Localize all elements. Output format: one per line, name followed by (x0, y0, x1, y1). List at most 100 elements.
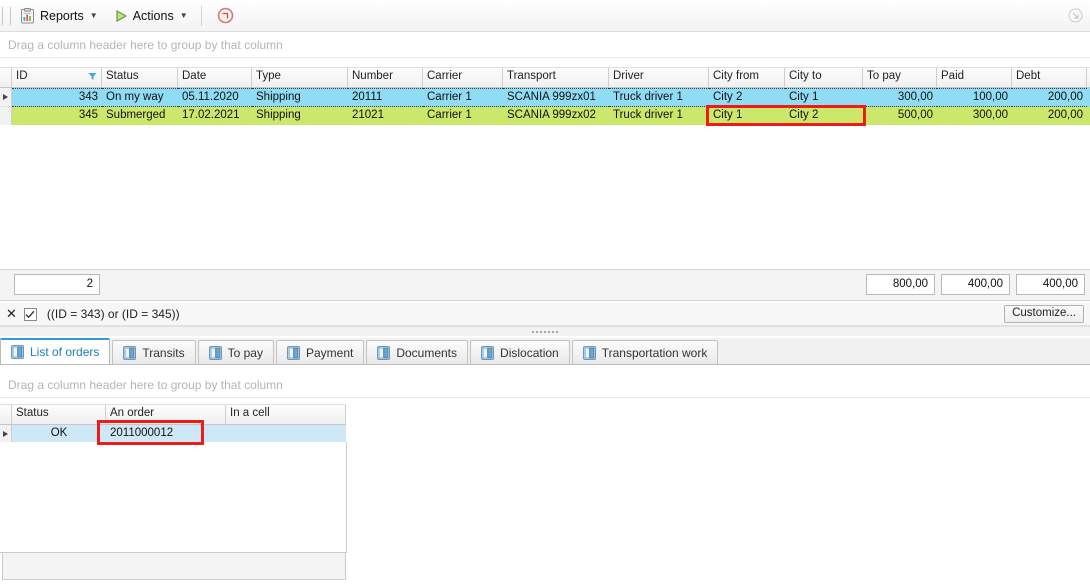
close-x-icon[interactable]: ✕ (6, 307, 17, 320)
column-header-type[interactable]: Type (252, 68, 348, 87)
cell-transport[interactable]: SCANIA 999zx01 (503, 88, 609, 107)
cell-debt[interactable]: 200,00 (1012, 88, 1087, 107)
cell-status[interactable]: Submerged (102, 107, 178, 126)
cell-to-pay[interactable]: 500,00 (863, 107, 937, 126)
orders-grid: ID Status Date Type Number Carrier Transport Dr… (0, 67, 1090, 126)
book-icon (208, 345, 222, 360)
cell-id[interactable]: 343 (12, 88, 102, 107)
cell-date[interactable]: 17.02.2021 (178, 107, 252, 126)
cell-id[interactable]: 345 (12, 107, 102, 126)
application-window: Reports ▼ Actions ▼ Drag a column header… (0, 0, 1090, 585)
toolbar-drag-grip[interactable] (2, 6, 11, 25)
cell-number[interactable]: 20111 (348, 88, 423, 107)
column-header-transport[interactable]: Transport (503, 68, 609, 87)
collapse-circle-icon[interactable] (1068, 8, 1083, 23)
tab-documents[interactable]: Documents (366, 340, 469, 364)
column-header-label: Status (106, 70, 139, 82)
column-header-date[interactable]: Date (178, 68, 252, 87)
column-header-paid[interactable]: Paid (937, 68, 1012, 87)
column-header-label: Paid (941, 70, 965, 82)
horizontal-splitter[interactable] (0, 326, 1090, 336)
tab-to-pay[interactable]: To pay (197, 340, 274, 364)
column-header-status[interactable]: Status (102, 68, 178, 87)
cell-to-pay[interactable]: 300,00 (863, 88, 937, 107)
cell-city-from[interactable]: City 2 (709, 88, 785, 107)
cell-transport[interactable]: SCANIA 999zx02 (503, 107, 609, 126)
detail-column-header-label: Status (16, 407, 49, 419)
orders-grid-header-row: ID Status Date Type Number Carrier Transport Dr… (0, 67, 1090, 88)
checkmark-icon (25, 310, 35, 318)
reports-chevron-down-icon[interactable]: ▼ (90, 11, 98, 20)
row-indicator[interactable] (0, 107, 12, 126)
actions-button[interactable]: Actions ▼ (107, 3, 195, 28)
filter-funnel-icon[interactable] (88, 72, 97, 84)
cell-number[interactable]: 21021 (348, 107, 423, 126)
table-row[interactable]: 343 On my way 05.11.2020 Shipping 20111 Carri… (0, 88, 1090, 107)
detail-column-header-an-order[interactable]: An order (106, 405, 226, 424)
column-header-driver[interactable]: Driver (609, 68, 709, 87)
table-row[interactable]: 345 Submerged 17.02.2021 Shipping 21021 Carri… (0, 107, 1090, 126)
play-triangle-icon (114, 9, 128, 23)
cell-driver[interactable]: Truck driver 1 (609, 107, 709, 126)
book-icon (481, 345, 494, 360)
splitter-grip-icon (532, 330, 558, 333)
reports-button[interactable]: Reports ▼ (13, 3, 105, 28)
detail-column-header-in-a-cell[interactable]: In a cell (226, 405, 346, 424)
group-by-panel-bottom[interactable]: Drag a column header here to group by th… (0, 372, 1090, 398)
column-header-label: To pay (867, 70, 901, 82)
cell-carrier[interactable]: Carrier 1 (423, 107, 503, 126)
group-by-panel-top[interactable]: Drag a column header here to group by th… (0, 32, 1090, 58)
cell-city-from[interactable]: City 1 (709, 107, 785, 126)
column-header-carrier[interactable]: Carrier (423, 68, 503, 87)
detail-tabstrip: List of orders Transits To pay Payment Docum… (0, 338, 1090, 365)
column-header-id[interactable]: ID (12, 68, 102, 87)
tab-label: Transportation work (601, 345, 708, 360)
tab-list-of-orders[interactable]: List of orders (0, 338, 111, 364)
cell-city-to[interactable]: City 1 (785, 88, 863, 107)
tab-dislocation[interactable]: Dislocation (470, 340, 570, 364)
detail-column-header-label: In a cell (230, 407, 270, 419)
customize-button[interactable]: Customize... (1004, 305, 1084, 323)
actions-chevron-down-icon[interactable]: ▼ (180, 11, 188, 20)
undo-button[interactable] (210, 3, 241, 28)
book-icon (377, 345, 391, 360)
undo-circle-icon (217, 7, 234, 24)
toolbar-separator (200, 5, 202, 26)
column-header-label: City to (789, 70, 822, 82)
column-header-number[interactable]: Number (348, 68, 423, 87)
current-row-caret-icon (3, 94, 8, 100)
cell-type[interactable]: Shipping (252, 88, 348, 107)
summary-debt: 400,00 (1016, 274, 1085, 295)
cell-status[interactable]: On my way (102, 88, 178, 107)
tab-payment[interactable]: Payment (275, 340, 365, 364)
tab-label: Documents (396, 345, 458, 360)
column-header-label: City from (713, 70, 759, 82)
group-by-hint-bottom: Drag a column header here to group by th… (8, 377, 283, 392)
row-indicator-header (0, 68, 12, 87)
current-row-caret-icon (3, 431, 8, 437)
cell-date[interactable]: 05.11.2020 (178, 88, 252, 107)
detail-column-header-status[interactable]: Status (12, 405, 106, 424)
filter-expression[interactable]: ((ID = 343) or (ID = 345)) (47, 307, 180, 321)
book-icon (582, 345, 596, 360)
cell-carrier[interactable]: Carrier 1 (423, 88, 503, 107)
column-header-city-from[interactable]: City from (709, 68, 785, 87)
column-header-debt[interactable]: Debt (1012, 68, 1087, 87)
cell-paid[interactable]: 100,00 (937, 88, 1012, 107)
column-header-label: Transport (507, 70, 556, 82)
tab-transportation-work[interactable]: Transportation work (571, 340, 719, 364)
row-indicator[interactable] (0, 88, 12, 107)
detail-grid-empty-area (0, 442, 347, 553)
cell-debt[interactable]: 200,00 (1012, 107, 1087, 126)
cell-driver[interactable]: Truck driver 1 (609, 88, 709, 107)
column-header-label: Date (182, 70, 207, 82)
orders-grid-empty-area (0, 125, 1090, 266)
column-header-to-pay[interactable]: To pay (863, 68, 937, 87)
tab-transits[interactable]: Transits (112, 340, 196, 364)
cell-paid[interactable]: 300,00 (937, 107, 1012, 126)
cell-type[interactable]: Shipping (252, 107, 348, 126)
reports-label: Reports (40, 8, 84, 23)
column-header-city-to[interactable]: City to (785, 68, 863, 87)
cell-city-to[interactable]: City 2 (785, 107, 863, 126)
filter-enabled-checkbox[interactable] (23, 307, 37, 321)
